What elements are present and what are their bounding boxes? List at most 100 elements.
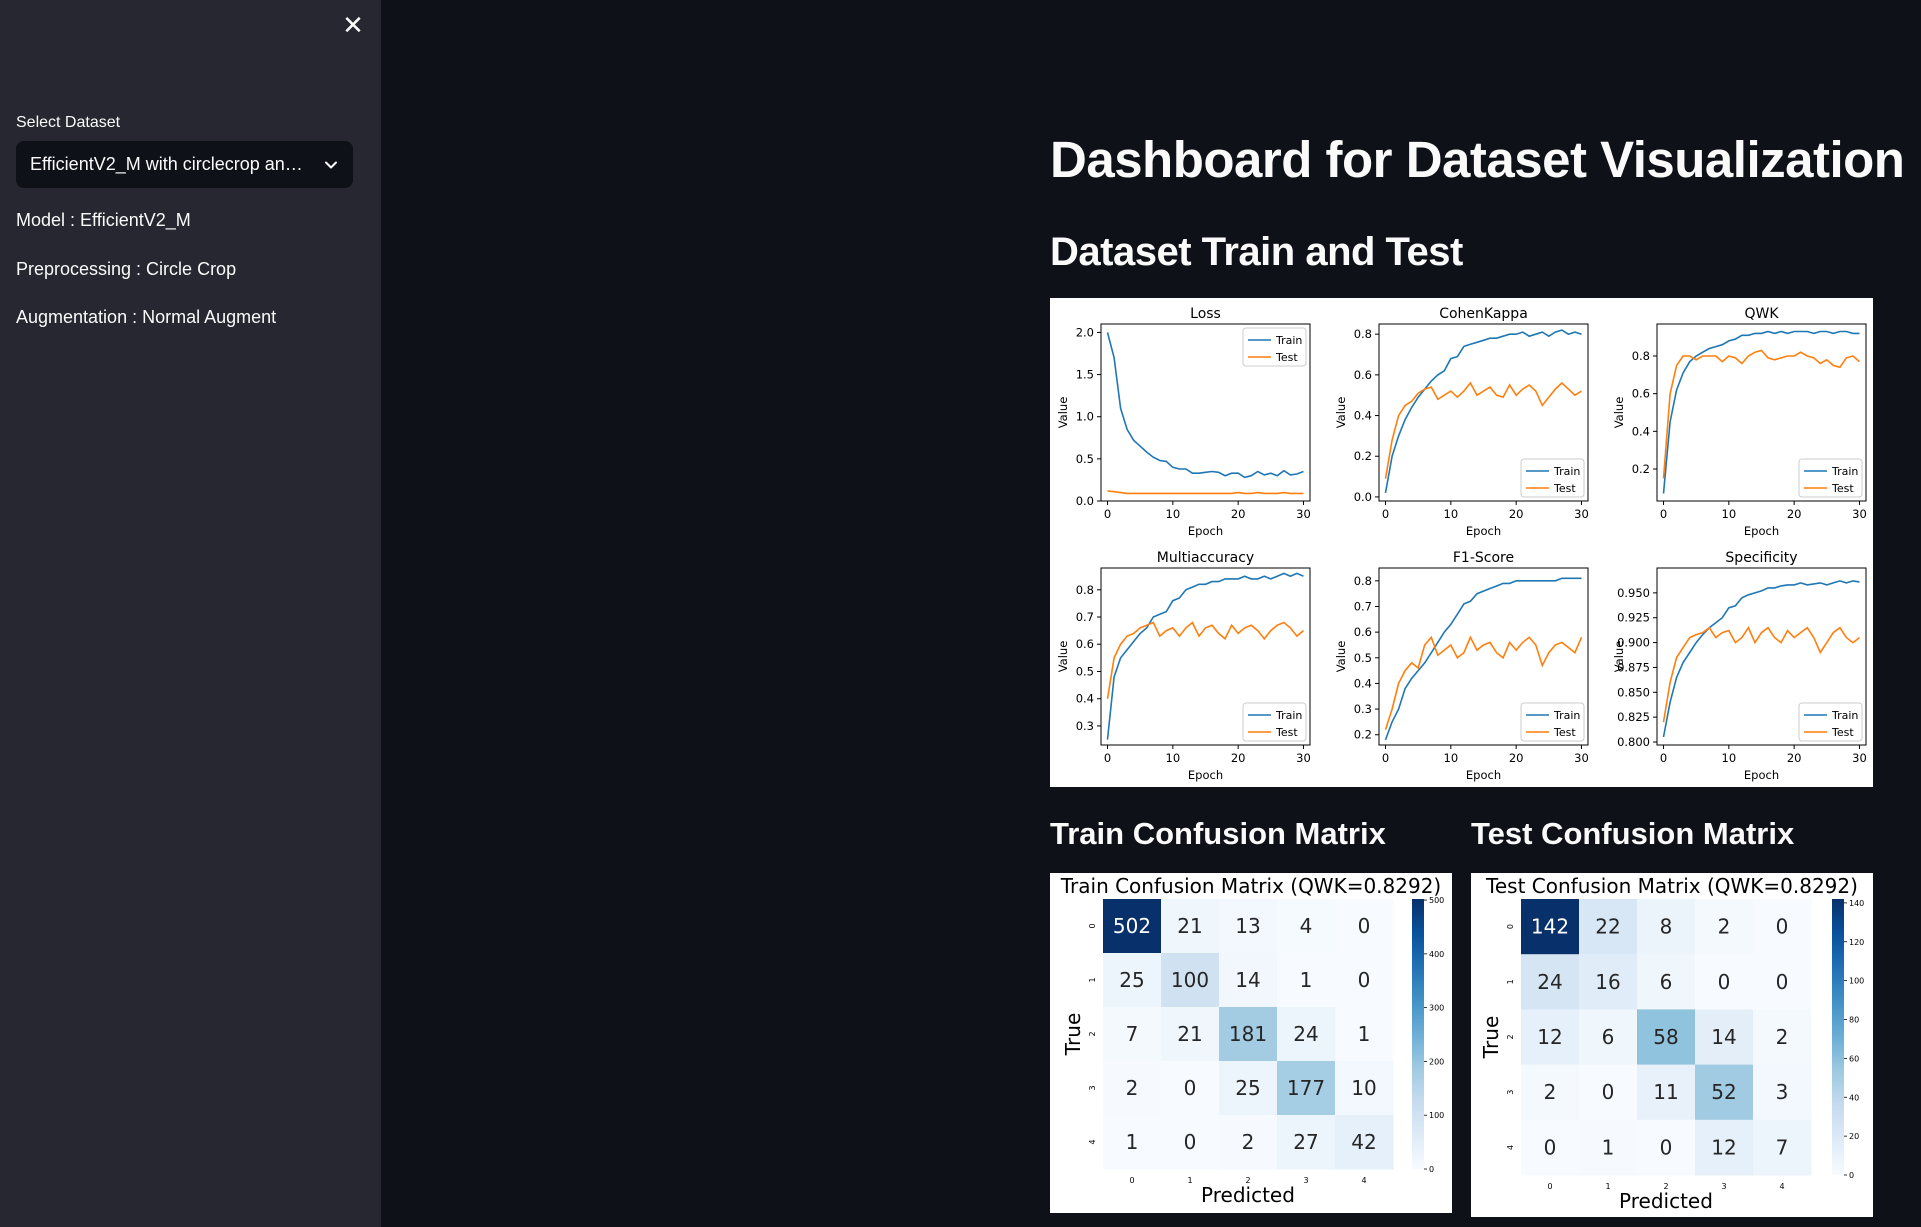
x-tick-label: 0 [1104,751,1111,765]
y-tick-label: 0.925 [1617,611,1650,625]
y-tick-label: 1.5 [1076,368,1094,382]
train-confusion-matrix: Train Confusion Matrix (QWK=0.8292)502 21… [1060,874,1445,1207]
y-tick-label: 0.8 [1354,574,1372,588]
heatmap-cell-value: 14 [1711,1025,1736,1049]
y-tick-label: 0.2 [1632,462,1650,476]
y-tick-label: 0.8 [1632,349,1650,363]
y-tick-label: 0.5 [1076,664,1094,678]
heatmap-title: Train Confusion Matrix (QWK=0.8292) [1060,874,1442,898]
x-tick-label: 3 [1303,1176,1308,1185]
heatmap-cell-value: 2 [1718,915,1731,939]
heatmap-cell-value: 0 [1184,1130,1197,1154]
heatmap-cell-value: 6 [1660,970,1673,994]
train-cm-figure: Train Confusion Matrix (QWK=0.8292) 502 21… [1050,873,1452,1213]
chevron-down-icon [325,161,337,168]
x-tick-label: 10 [1722,507,1737,521]
heatmap-cell-value: 24 [1293,1022,1318,1046]
legend-label: Train [1275,709,1302,722]
heatmap-cell-value: 58 [1653,1025,1678,1049]
x-axis-label: Epoch [1188,768,1223,782]
series-line-test [1106,621,1305,699]
heatmap-cell-value: 21 [1177,1022,1202,1046]
y-tick-label: 0.6 [1354,368,1372,382]
x-tick-label: 0 [1660,751,1667,765]
heatmap-cell-value: 2 [1544,1080,1557,1104]
x-tick-label: 20 [1509,507,1524,521]
test-cm-figure: Test Confusion Matrix (QWK=0.8292) 142 22 8… [1471,873,1873,1217]
chart-title: Multiaccuracy [1157,550,1254,566]
chart-title: F1-Score [1453,550,1514,566]
heatmap-cell-value: 177 [1287,1076,1325,1100]
heatmap: Train Confusion Matrix (QWK=0.8292)502 21… [1060,874,1445,1207]
page-title: Dashboard for Dataset Visualization [1050,131,1905,188]
heatmap-cell-value: 10 [1351,1076,1376,1100]
x-tick-label: 30 [1852,507,1867,521]
test-confusion-matrix: Test Confusion Matrix (QWK=0.8292)142 22 8… [1479,874,1864,1213]
heatmap-cell-value: 100 [1171,968,1209,992]
legend-label: Test [1553,726,1576,739]
x-axis-label: Epoch [1466,524,1501,538]
y-tick-label: 0.2 [1354,449,1372,463]
x-tick-label: 3 [1721,1182,1726,1191]
heatmap-cell-value: 42 [1351,1130,1376,1154]
heatmap-cell-value: 0 [1544,1135,1557,1159]
heatmap-cell-value: 502 [1113,914,1151,938]
colorbar [1832,899,1844,1175]
x-tick-label: 20 [1231,751,1246,765]
chart-loss: Loss 0.0 0.5 1.0 1.5 2.0 0 10 20 30 Epoch Value Trai… [1056,306,1311,538]
heatmap-cell-value: 12 [1711,1135,1736,1159]
heatmap-cell-value: 2 [1126,1076,1139,1100]
legend-label: Train [1275,334,1302,347]
chart-cohenkappa: CohenKappa 0.0 0.2 0.4 0.6 0.8 0 10 20 30 Epoch Val… [1334,306,1589,538]
y-axis-label: Value [1056,397,1070,429]
colorbar-tick-label: 60 [1849,1054,1859,1063]
colorbar-tick-label: 100 [1849,977,1864,986]
colorbar-tick-label: 300 [1429,1004,1444,1013]
x-tick-label: 0 [1382,507,1389,521]
y-tick-label: 0.5 [1076,452,1094,466]
heatmap-cell-value: 0 [1358,914,1371,938]
y-tick-label: 0.0 [1354,490,1372,504]
y-tick-label: 0 [1088,923,1097,928]
y-tick-label: 4 [1506,1145,1515,1150]
train-cm-heading: Train Confusion Matrix [1050,816,1386,851]
section-title: Dataset Train and Test [1050,230,1463,274]
heatmap-cell-value: 4 [1300,914,1313,938]
x-axis-label: Epoch [1744,768,1779,782]
close-sidebar-icon[interactable]: ✕ [338,10,368,40]
y-tick-label: 0.6 [1632,387,1650,401]
legend-label: Train [1831,709,1858,722]
chart-qwk: QWK 0.2 0.4 0.6 0.8 0 10 20 30 Epoch Value Train Tes… [1612,306,1867,538]
x-axis-label: Epoch [1188,524,1223,538]
colorbar-tick-label: 80 [1849,1016,1859,1025]
y-tick-label: 4 [1088,1139,1097,1144]
heatmap-cell-value: 0 [1660,1135,1673,1159]
colorbar-tick-label: 500 [1429,896,1444,905]
heatmap-cell-value: 2 [1242,1130,1255,1154]
heatmap-cell-value: 1 [1602,1135,1615,1159]
x-tick-label: 30 [1852,751,1867,765]
heatmap-cell-value: 25 [1235,1076,1260,1100]
augmentation-info: Augmentation : Normal Augment [16,307,277,327]
x-tick-label: 1 [1605,1182,1610,1191]
heatmap-cell-value: 12 [1537,1025,1562,1049]
sidebar: ✕ Select Dataset EfficientV2_M with circ… [0,0,381,1227]
colorbar-tick-label: 200 [1429,1057,1444,1066]
y-axis-label: Value [1056,641,1070,673]
y-tick-label: 0.4 [1354,676,1372,690]
heatmap-title: Test Confusion Matrix (QWK=0.8292) [1485,874,1858,898]
colorbar-tick-label: 140 [1849,899,1864,908]
heatmap-cell-value: 0 [1602,1080,1615,1104]
legend-label: Test [1275,726,1298,739]
x-tick-label: 10 [1444,507,1459,521]
y-tick-label: 2 [1506,1034,1515,1039]
y-tick-label: 0.800 [1617,735,1650,749]
y-axis-label: Value [1334,641,1348,673]
y-tick-label: 0.4 [1076,692,1094,706]
heatmap-cell-value: 1 [1126,1130,1139,1154]
dataset-select[interactable]: EfficientV2_M with circlecrop and normal… [16,141,353,188]
y-tick-label: 0.2 [1354,728,1372,742]
colorbar [1412,899,1424,1169]
heatmap-cell-value: 0 [1358,968,1371,992]
x-axis-label: Predicted [1201,1183,1295,1207]
